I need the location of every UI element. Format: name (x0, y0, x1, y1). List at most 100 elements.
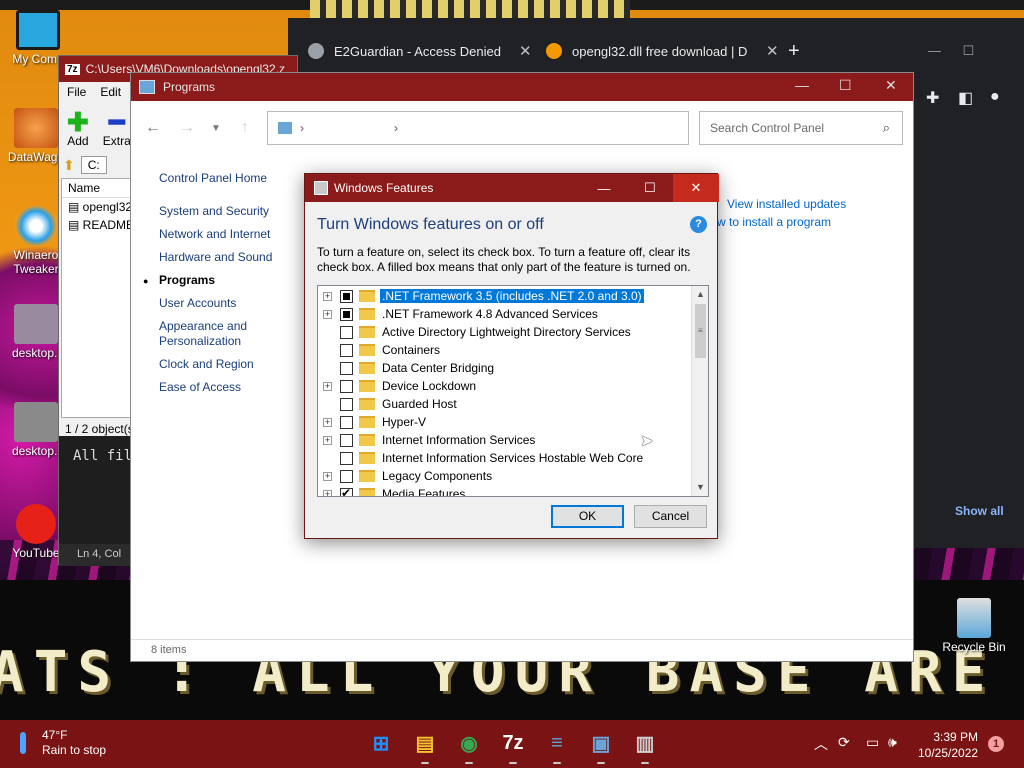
feature-row[interactable]: Data Center Bridging (318, 359, 496, 377)
feature-row[interactable]: + Hyper-V (318, 413, 428, 431)
feature-row[interactable]: + Media Features (318, 485, 467, 496)
gear-file-icon (14, 402, 58, 442)
search-icon[interactable]: ⌕ (883, 120, 890, 136)
feature-checkbox[interactable] (340, 486, 353, 496)
taskbar-file-explorer[interactable]: ▤ (410, 728, 440, 764)
breadcrumb-chevron-icon[interactable]: › (300, 121, 304, 135)
nav-control-panel-home[interactable]: Control Panel Home (159, 171, 299, 186)
nav-appearance[interactable]: Appearance and Personalization (159, 319, 299, 349)
close-icon[interactable]: ✕ (519, 42, 532, 60)
forward-arrow-icon[interactable]: → (179, 119, 195, 137)
weather-widget[interactable]: 47°F Rain to stop (20, 728, 106, 758)
taskbar-7zip[interactable]: 7z (498, 728, 528, 764)
show-all-link[interactable]: Show all (955, 504, 1004, 518)
up-arrow-icon[interactable]: ↑ (241, 119, 249, 137)
sync-icon[interactable]: ⟳ (838, 734, 850, 751)
menu-edit[interactable]: Edit (100, 85, 121, 99)
feature-row[interactable]: Guarded Host (318, 395, 459, 413)
taskbar-control-panel[interactable]: ▣ (586, 728, 616, 764)
feature-checkbox[interactable] (340, 433, 353, 447)
scroll-up-icon[interactable]: ▲ (692, 286, 708, 303)
view-installed-updates-link[interactable]: View installed updates (727, 197, 846, 211)
feature-checkbox[interactable] (340, 397, 353, 411)
expand-icon[interactable]: + (323, 291, 332, 301)
feature-row[interactable]: Containers (318, 341, 442, 359)
extensions-icon[interactable]: ✚ (926, 88, 944, 107)
close-button[interactable]: ✕ (673, 174, 719, 202)
network-icon[interactable]: ▭ (866, 734, 879, 751)
list-item[interactable]: ▤ README (62, 216, 134, 234)
feature-row[interactable]: + Legacy Components (318, 467, 494, 485)
feature-row[interactable]: + .NET Framework 3.5 (includes .NET 2.0 a… (318, 287, 645, 305)
nav-clock-region[interactable]: Clock and Region (159, 357, 299, 372)
vertical-scrollbar[interactable]: ▲ ≡ ▼ (691, 286, 708, 496)
nav-system-security[interactable]: System and Security (159, 204, 299, 219)
feature-checkbox[interactable] (340, 343, 353, 357)
column-header-name[interactable]: Name (62, 179, 132, 198)
help-icon[interactable]: ? (690, 216, 707, 233)
path-field[interactable]: C: (80, 156, 107, 174)
feature-row[interactable]: + Device Lockdown (318, 377, 478, 395)
expand-icon[interactable]: + (323, 489, 332, 496)
maximize-icon[interactable]: ☐ (627, 174, 673, 202)
desktop-icon-recycle-bin[interactable]: Recycle Bin (942, 598, 1006, 654)
expand-icon[interactable]: + (323, 471, 332, 481)
ok-button[interactable]: OK (551, 505, 624, 528)
taskbar-features[interactable]: ▥ (630, 728, 660, 764)
browser-tab-opengl[interactable]: opengl32.dll free download | DLL ✕ (546, 28, 779, 74)
new-tab-button[interactable]: + (788, 28, 800, 74)
feature-checkbox[interactable] (340, 289, 353, 303)
feature-row[interactable]: Internet Information Services Hostable W… (318, 449, 645, 467)
feature-checkbox[interactable] (340, 325, 353, 339)
notification-badge[interactable]: 1 (988, 736, 1004, 752)
sidebar-icon[interactable]: ◧ (958, 88, 976, 107)
expand-icon[interactable]: + (323, 381, 332, 391)
profile-icon[interactable]: ● (990, 88, 1008, 106)
browser-tab-e2guardian[interactable]: E2Guardian - Access Denied ✕ (308, 28, 532, 74)
minimize-icon[interactable]: — (581, 174, 627, 202)
feature-checkbox[interactable] (340, 469, 353, 483)
scroll-thumb[interactable]: ≡ (695, 304, 706, 358)
breadcrumb-chevron-icon[interactable]: › (394, 121, 398, 135)
address-bar[interactable]: › › (267, 111, 689, 145)
features-tree[interactable]: + Media Features + Legacy Components Interne… (317, 285, 709, 497)
extract-button[interactable]: ━ Extra (103, 109, 131, 148)
taskbar-start-button[interactable]: ⊞ (366, 728, 396, 758)
feature-row[interactable]: + Internet Information Services (318, 431, 537, 449)
chevron-up-icon[interactable]: ︿ (814, 734, 828, 754)
back-arrow-icon[interactable]: ← (145, 119, 161, 137)
chevron-down-icon[interactable]: ▼ (211, 123, 221, 134)
menu-file[interactable]: File (67, 85, 86, 99)
expand-icon[interactable]: + (323, 435, 332, 445)
minimize-icon[interactable]: — (795, 77, 809, 93)
cancel-button[interactable]: Cancel (634, 505, 707, 528)
list-item[interactable]: ▤ opengl32 (62, 198, 132, 216)
up-folder-icon[interactable]: ⬆ (63, 157, 75, 174)
maximize-icon[interactable]: ☐ (839, 77, 852, 94)
nav-user-accounts[interactable]: User Accounts (159, 296, 299, 311)
nav-hardware-sound[interactable]: Hardware and Sound (159, 250, 299, 265)
feature-checkbox[interactable] (340, 307, 353, 321)
feature-checkbox[interactable] (340, 361, 353, 375)
feature-row[interactable]: Active Directory Lightweight Directory S… (318, 323, 633, 341)
feature-checkbox[interactable] (340, 415, 353, 429)
expand-icon[interactable]: + (323, 309, 332, 319)
window-controls[interactable]: — ☐ (928, 28, 974, 74)
add-button[interactable]: ✚ Add (67, 109, 89, 148)
feature-checkbox[interactable] (340, 379, 353, 393)
close-icon[interactable]: ✕ (766, 42, 779, 60)
taskbar-notepad[interactable]: ≡ (542, 728, 572, 764)
nav-network-internet[interactable]: Network and Internet (159, 227, 299, 242)
taskbar-chrome[interactable]: ◉ (454, 728, 484, 764)
volume-icon[interactable]: 🕪 (888, 734, 897, 751)
scroll-down-icon[interactable]: ▼ (692, 479, 708, 496)
expand-icon[interactable]: + (323, 417, 332, 427)
close-icon[interactable]: ✕ (885, 77, 897, 94)
feature-checkbox[interactable] (340, 451, 353, 465)
install-program-link[interactable]: w to install a program (717, 215, 831, 229)
search-input[interactable]: Search Control Panel ⌕ (699, 111, 903, 145)
nav-programs[interactable]: Programs (143, 273, 299, 289)
nav-ease-of-access[interactable]: Ease of Access (159, 380, 299, 395)
feature-row[interactable]: + .NET Framework 4.8 Advanced Services (318, 305, 600, 323)
system-clock[interactable]: 3:39 PM 10/25/2022 (918, 729, 978, 761)
